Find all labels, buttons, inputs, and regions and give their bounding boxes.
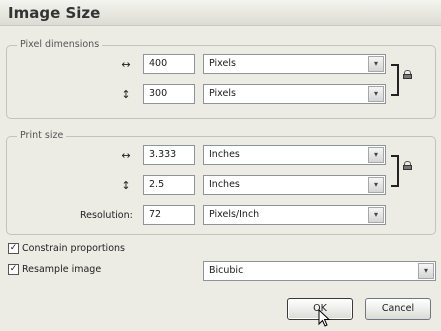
horizontal-arrows-icon: ↔ (121, 58, 131, 71)
print-width-unit-value: Inches (209, 149, 240, 160)
resample-image-label[interactable]: Resample image (22, 264, 101, 275)
print-link-bracket (391, 155, 399, 187)
resolution-label: Resolution: (80, 210, 133, 221)
chevron-down-icon[interactable]: ▾ (368, 56, 384, 72)
resample-method-value: Bicubic (209, 265, 244, 276)
print-height-unit-select[interactable]: Inches ▾ (203, 175, 386, 195)
print-height-unit-value: Inches (209, 179, 240, 190)
print-height-input[interactable]: 2.5 (143, 175, 195, 195)
title-bar: Image Size (0, 0, 441, 26)
pixel-height-unit-select[interactable]: Pixels ▾ (203, 84, 386, 104)
cancel-button[interactable]: Cancel (365, 298, 431, 320)
print-width-unit-select[interactable]: Inches ▾ (203, 145, 386, 165)
pixel-height-unit-value: Pixels (209, 88, 236, 99)
pixel-width-input[interactable]: 400 (143, 54, 195, 74)
print-size-legend: Print size (17, 130, 67, 141)
vertical-arrow-icon: ↕ (121, 88, 131, 101)
lock-icon (403, 70, 412, 79)
pixel-width-unit-value: Pixels (209, 58, 236, 69)
constrain-proportions-label[interactable]: Constrain proportions (22, 243, 125, 254)
dialog-title: Image Size (8, 4, 101, 22)
resolution-unit-select[interactable]: Pixels/Inch ▾ (203, 205, 386, 225)
resample-image-checkbox[interactable]: ✓ (8, 264, 19, 275)
chevron-down-icon[interactable]: ▾ (418, 263, 434, 279)
constrain-proportions-checkbox[interactable]: ✓ (8, 243, 19, 254)
print-width-input[interactable]: 3.333 (143, 145, 195, 165)
pixel-dimensions-legend: Pixel dimensions (17, 39, 103, 50)
resolution-unit-value: Pixels/Inch (209, 209, 260, 220)
pixel-link-bracket (391, 64, 399, 96)
chevron-down-icon[interactable]: ▾ (368, 147, 384, 163)
mouse-cursor-icon (318, 309, 330, 327)
resolution-input[interactable]: 72 (143, 205, 195, 225)
resample-method-select[interactable]: Bicubic ▾ (203, 261, 436, 281)
pixel-height-input[interactable]: 300 (143, 84, 195, 104)
vertical-arrow-icon: ↕ (121, 179, 131, 192)
pixel-width-unit-select[interactable]: Pixels ▾ (203, 54, 386, 74)
chevron-down-icon[interactable]: ▾ (368, 86, 384, 102)
lock-icon (403, 161, 412, 170)
chevron-down-icon[interactable]: ▾ (368, 207, 384, 223)
horizontal-arrows-icon: ↔ (121, 149, 131, 162)
chevron-down-icon[interactable]: ▾ (368, 177, 384, 193)
